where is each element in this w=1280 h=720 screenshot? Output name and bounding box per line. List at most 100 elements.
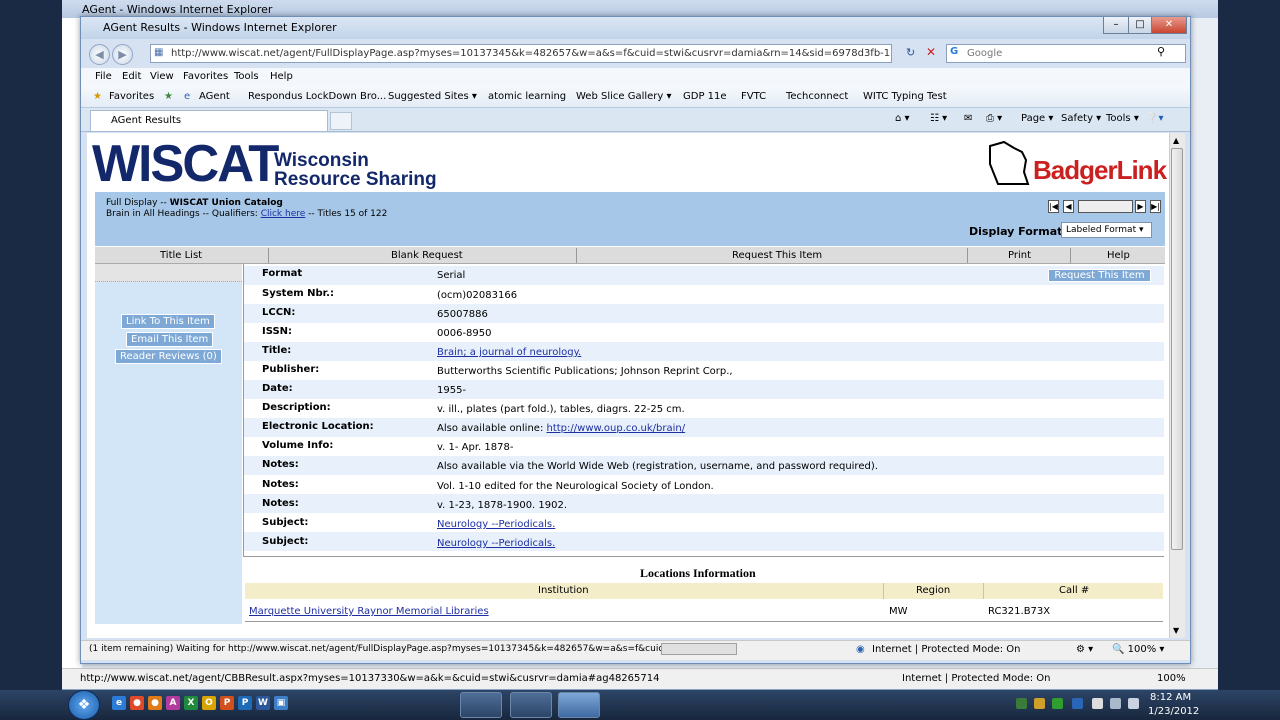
publisher-taskbar-icon[interactable]: P	[238, 696, 252, 710]
back-button[interactable]: ◀	[89, 44, 110, 65]
record-label: Title:	[262, 345, 292, 356]
request-this-item-button[interactable]: Request This Item	[1048, 269, 1151, 282]
clock-date[interactable]: 1/23/2012	[1148, 706, 1199, 717]
fav-witc-typing-test[interactable]: WITC Typing Test	[863, 91, 947, 102]
menu-favorites[interactable]: Favorites	[183, 71, 228, 82]
new-tab-button[interactable]	[330, 112, 352, 130]
mail-icon[interactable]: ✉	[964, 113, 972, 124]
word-taskbar-icon[interactable]: W	[256, 696, 270, 710]
outlook-taskbar-icon[interactable]: O	[202, 696, 216, 710]
scrollbar-thumb[interactable]	[1171, 148, 1183, 550]
nav-blank-request[interactable]: Blank Request	[391, 250, 463, 261]
nav-request-this-item[interactable]: Request This Item	[732, 250, 822, 261]
nav-help[interactable]: Help	[1107, 250, 1130, 261]
background-zoom[interactable]: 100%	[1157, 673, 1186, 684]
scroll-up-icon[interactable]: ▲	[1173, 136, 1179, 145]
last-page-button[interactable]: ▶|	[1150, 200, 1161, 213]
desktop-taskbar-icon[interactable]: ▣	[274, 696, 288, 710]
page-menu[interactable]: Page ▾	[1021, 113, 1053, 124]
link-to-item-button[interactable]: Link To This Item	[121, 314, 215, 329]
home-icon[interactable]: ⌂ ▾	[895, 113, 910, 124]
fav-gdp[interactable]: GDP 11e	[683, 91, 727, 102]
menu-view[interactable]: View	[150, 71, 174, 82]
page-position-bar[interactable]	[1078, 200, 1133, 213]
record-label: Electronic Location:	[262, 421, 374, 432]
fav-fvtc[interactable]: FVTC	[741, 91, 766, 102]
subject-link[interactable]: Neurology --Periodicals.	[437, 519, 555, 530]
tray-monitor-icon[interactable]	[1072, 698, 1083, 709]
nav-print[interactable]: Print	[1008, 250, 1031, 261]
tray-volume-icon[interactable]	[1128, 698, 1139, 709]
minimize-button[interactable]: –	[1103, 17, 1129, 34]
fav-suggested-sites[interactable]: Suggested Sites ▾	[388, 91, 477, 102]
qualifiers-link[interactable]: Click here	[261, 209, 306, 219]
tray-check-icon[interactable]	[1052, 698, 1063, 709]
tray-network-icon[interactable]	[1016, 698, 1027, 709]
menu-edit[interactable]: Edit	[122, 71, 141, 82]
zoom-level[interactable]: 🔍 100% ▾	[1112, 644, 1164, 655]
stop-icon[interactable]: ✕	[926, 45, 936, 59]
menu-file[interactable]: File	[95, 71, 112, 82]
first-page-button[interactable]: |◀	[1048, 200, 1059, 213]
address-bar[interactable]: http://www.wiscat.net/agent/FullDisplayP…	[150, 44, 892, 63]
start-button[interactable]: ❖	[68, 690, 100, 720]
tools-menu[interactable]: Tools ▾	[1106, 113, 1139, 124]
ie-page-icon: e	[184, 91, 191, 102]
google-icon: G	[950, 46, 959, 57]
fav-atomic-learning[interactable]: atomic learning	[488, 91, 566, 102]
reader-reviews-button[interactable]: Reader Reviews (0)	[115, 349, 222, 364]
fav-respondus[interactable]: Respondus LockDown Bro...	[248, 91, 386, 102]
display-format-select[interactable]: Labeled Format ▾	[1061, 222, 1152, 238]
badgerlink-logo[interactable]: BadgerLink	[1033, 155, 1167, 186]
scroll-down-icon[interactable]: ▼	[1173, 626, 1179, 635]
table-row	[244, 285, 1164, 304]
refresh-icon[interactable]: ↻	[906, 46, 915, 59]
clock-time[interactable]: 8:12 AM	[1150, 692, 1191, 703]
maximize-button[interactable]: □	[1128, 17, 1152, 34]
next-page-button[interactable]: ▶	[1135, 200, 1146, 213]
safety-menu[interactable]: Safety ▾	[1061, 113, 1101, 124]
fav-agent[interactable]: AGent	[199, 91, 230, 102]
close-window-button[interactable]: ✕	[1151, 17, 1187, 34]
taskbar-app-recorder[interactable]	[510, 692, 552, 718]
excel-taskbar-icon[interactable]: X	[184, 696, 198, 710]
chrome-taskbar-icon[interactable]: ●	[130, 696, 144, 710]
firefox-taskbar-icon[interactable]: ●	[148, 696, 162, 710]
background-status-url: http://www.wiscat.net/agent/CBBResult.as…	[80, 673, 660, 684]
search-input[interactable]: Google	[946, 44, 1186, 63]
prev-page-button[interactable]: ◀	[1063, 200, 1074, 213]
protected-mode-icon[interactable]: ⚙ ▾	[1076, 644, 1093, 655]
record-value: v. 1-23, 1878-1900. 1902.	[437, 500, 568, 511]
record-label: Notes:	[262, 459, 299, 470]
help-icon[interactable]: ❔▾	[1146, 113, 1163, 124]
ie-taskbar-icon[interactable]: e	[112, 696, 126, 710]
favorites-button[interactable]: Favorites	[109, 91, 154, 102]
tray-flag-icon[interactable]	[1092, 698, 1103, 709]
electronic-location-link[interactable]: http://www.oup.co.uk/brain/	[547, 423, 686, 434]
fav-web-slice-gallery[interactable]: Web Slice Gallery ▾	[576, 91, 672, 102]
email-item-button[interactable]: Email This Item	[126, 332, 214, 347]
fav-techconnect[interactable]: Techconnect	[786, 91, 848, 102]
tray-sigma-icon[interactable]	[1034, 698, 1045, 709]
zoom-value: 100%	[1127, 644, 1157, 655]
title-link[interactable]: Brain; a journal of neurology.	[437, 347, 581, 358]
search-icon[interactable]: ⚲	[1157, 45, 1165, 58]
powerpoint-taskbar-icon[interactable]: P	[220, 696, 234, 710]
menu-tools[interactable]: Tools	[234, 71, 259, 82]
feeds-icon[interactable]: ☷ ▾	[930, 113, 947, 124]
nav-title-list[interactable]: Title List	[160, 250, 202, 261]
menu-help[interactable]: Help	[270, 71, 293, 82]
subject-link[interactable]: Neurology --Periodicals.	[437, 538, 555, 549]
add-favorite-icon[interactable]: ★	[164, 91, 173, 102]
access-taskbar-icon[interactable]: A	[166, 696, 180, 710]
tray-display-icon[interactable]	[1110, 698, 1121, 709]
table-row	[244, 532, 1164, 551]
institution-link[interactable]: Marquette University Raynor Memorial Lib…	[249, 606, 489, 617]
taskbar-app-ie[interactable]	[558, 692, 600, 718]
taskbar-app-explorer[interactable]	[460, 692, 502, 718]
print-icon[interactable]: ⎙ ▾	[986, 113, 1002, 124]
record-value: 1955-	[437, 385, 467, 396]
tab-agent-results[interactable]: AGent Results	[90, 110, 328, 131]
record-label: Notes:	[262, 479, 299, 490]
forward-button[interactable]: ▶	[112, 44, 133, 65]
